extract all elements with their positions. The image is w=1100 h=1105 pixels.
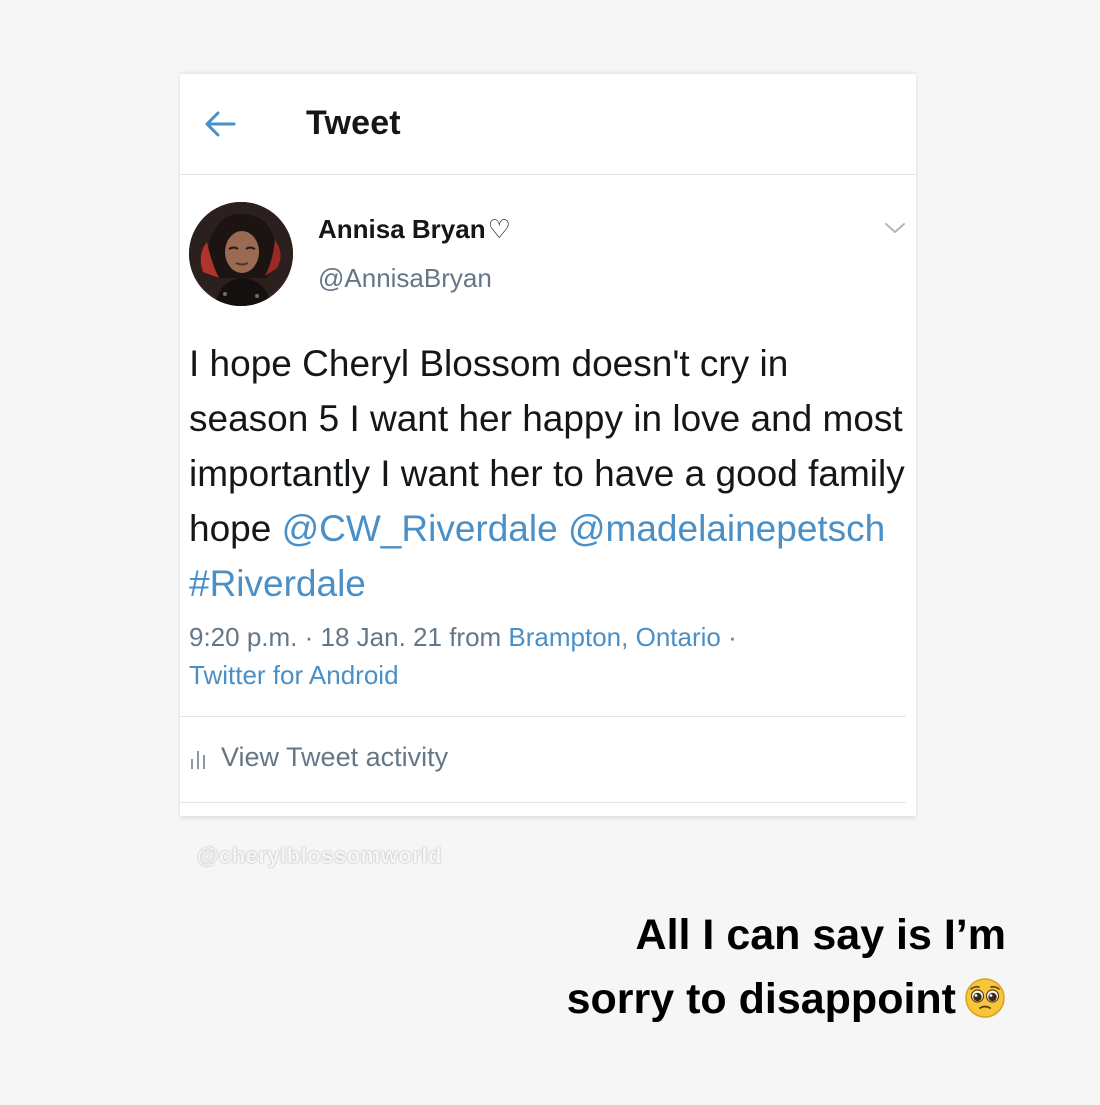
mention-madelainepetsch[interactable]: @madelainepetsch (568, 508, 885, 549)
avatar[interactable] (189, 202, 293, 306)
author-name[interactable]: Annisa Bryan♡ (318, 214, 511, 245)
from-label: from (449, 622, 502, 652)
tweet-card: Tweet Annisa Bryan♡ @AnnisaBryan I hope … (180, 74, 916, 816)
tweet-header-bar: Tweet (180, 74, 916, 175)
tweet-date: 18 Jan. 21 (320, 622, 442, 652)
tweet-menu-button[interactable] (884, 221, 906, 235)
watermark: @cherylblossomworld (197, 843, 442, 868)
bar-chart-icon (191, 751, 205, 769)
back-arrow-icon (205, 111, 236, 137)
caption-line-2: sorry to disappoint (566, 975, 956, 1023)
tweet-time: 9:20 p.m. (189, 622, 298, 652)
mention-cw-riverdale[interactable]: @CW_Riverdale (282, 508, 558, 549)
caption-line-1: All I can say is I’m (635, 911, 1006, 959)
divider (180, 716, 906, 717)
tweet-location[interactable]: Brampton, Ontario (508, 622, 720, 652)
profile-photo (189, 202, 293, 306)
chevron-down-icon (885, 223, 905, 233)
author-name-text: Annisa Bryan (318, 214, 486, 244)
back-button[interactable] (200, 104, 240, 144)
story-caption: All I can say is I’m sorry to disappoint (567, 903, 1006, 1037)
tweet-source[interactable]: Twitter for Android (189, 660, 399, 690)
view-tweet-activity-label: View Tweet activity (221, 742, 449, 772)
author-handle[interactable]: @AnnisaBryan (318, 263, 492, 294)
header-title: Tweet (306, 104, 401, 142)
divider (180, 802, 906, 803)
view-tweet-activity[interactable]: View Tweet activity (189, 742, 448, 782)
tweet-meta: 9:20 p.m. · 18 Jan. 21 from Brampton, On… (189, 622, 737, 690)
heart-emoji: ♡ (487, 214, 511, 244)
tweet-text: I hope Cheryl Blossom doesn't cry in sea… (189, 336, 913, 611)
pleading-face-emoji (964, 973, 1006, 1037)
hashtag-riverdale[interactable]: #Riverdale (189, 563, 366, 604)
caption-line-2-wrap: sorry to disappoint (567, 967, 1006, 1037)
